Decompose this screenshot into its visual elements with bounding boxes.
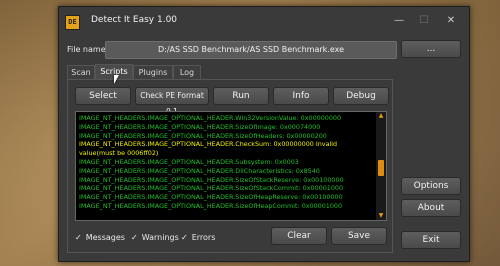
- log-line: IMAGE_NT_HEADERS.IMAGE_OPTIONAL_HEADER.S…: [79, 193, 343, 202]
- check-icon: ✓: [181, 233, 188, 242]
- log-lines: IMAGE_NT_HEADERS.IMAGE_OPTIONAL_HEADER.W…: [79, 114, 375, 211]
- exit-button[interactable]: Exit: [401, 231, 461, 249]
- info-button[interactable]: Info: [273, 87, 329, 105]
- check-icon: ✓: [131, 233, 138, 242]
- log-line: IMAGE_NT_HEADERS.IMAGE_OPTIONAL_HEADER.S…: [79, 122, 321, 131]
- errors-label: Errors: [191, 233, 216, 242]
- clear-button[interactable]: Clear: [271, 227, 327, 245]
- browse-button[interactable]: ...: [401, 40, 461, 58]
- log-line: IMAGE_NT_HEADERS.IMAGE_OPTIONAL_HEADER.D…: [79, 166, 320, 175]
- errors-checkbox[interactable]: ✓ Errors: [181, 233, 215, 243]
- title-bar[interactable]: DE Detect It Easy 1.00 — ☐ ✕: [59, 7, 469, 35]
- log-line: IMAGE_NT_HEADERS.IMAGE_OPTIONAL_HEADER.S…: [79, 131, 327, 140]
- warnings-label: Warnings: [141, 233, 179, 242]
- window-title: Detect It Easy 1.00: [91, 15, 178, 25]
- log-line: IMAGE_NT_HEADERS.IMAGE_OPTIONAL_HEADER.S…: [79, 184, 344, 193]
- log-line: IMAGE_NT_HEADERS.IMAGE_OPTIONAL_HEADER.S…: [79, 175, 344, 184]
- run-button[interactable]: Run: [213, 87, 269, 105]
- select-button[interactable]: Select: [75, 87, 131, 105]
- log-line: IMAGE_NT_HEADERS.IMAGE_OPTIONAL_HEADER.S…: [79, 201, 343, 210]
- log-scrollbar[interactable]: ▲ ▼: [376, 112, 386, 220]
- log-line: IMAGE_NT_HEADERS.IMAGE_OPTIONAL_HEADER.W…: [79, 114, 342, 122]
- scroll-down-icon[interactable]: ▼: [376, 212, 386, 220]
- main-window: DE Detect It Easy 1.00 — ☐ ✕ File name: …: [58, 6, 470, 262]
- messages-checkbox[interactable]: ✓ Messages: [75, 233, 125, 243]
- tab-scan[interactable]: Scan: [67, 65, 95, 79]
- app-icon: DE: [65, 15, 80, 30]
- log-line: IMAGE_NT_HEADERS.IMAGE_OPTIONAL_HEADER.S…: [79, 157, 299, 166]
- debug-button[interactable]: Debug: [333, 87, 389, 105]
- script-name-button[interactable]: Check PE Format 0.1: [135, 87, 209, 116]
- options-button[interactable]: Options: [401, 177, 461, 195]
- file-name-label: File name:: [67, 45, 109, 54]
- log-output[interactable]: IMAGE_NT_HEADERS.IMAGE_OPTIONAL_HEADER.W…: [75, 111, 387, 221]
- scroll-thumb[interactable]: [378, 160, 384, 176]
- check-icon: ✓: [75, 233, 82, 242]
- maximize-button[interactable]: ☐: [412, 13, 436, 29]
- close-button[interactable]: ✕: [439, 13, 463, 29]
- save-button[interactable]: Save: [331, 227, 387, 245]
- minimize-button[interactable]: —: [387, 13, 411, 29]
- tab-log[interactable]: Log: [173, 65, 201, 79]
- messages-label: Messages: [85, 233, 125, 242]
- scroll-up-icon[interactable]: ▲: [376, 112, 386, 120]
- log-line: IMAGE_NT_HEADERS.IMAGE_OPTIONAL_HEADER.C…: [79, 140, 338, 158]
- file-name-field[interactable]: D:/AS SSD Benchmark/AS SSD Benchmark.exe: [105, 41, 397, 59]
- warnings-checkbox[interactable]: ✓ Warnings: [131, 233, 179, 243]
- mouse-cursor-icon: [114, 75, 119, 84]
- tab-plugins[interactable]: Plugins: [133, 65, 173, 79]
- about-button[interactable]: About: [401, 199, 461, 217]
